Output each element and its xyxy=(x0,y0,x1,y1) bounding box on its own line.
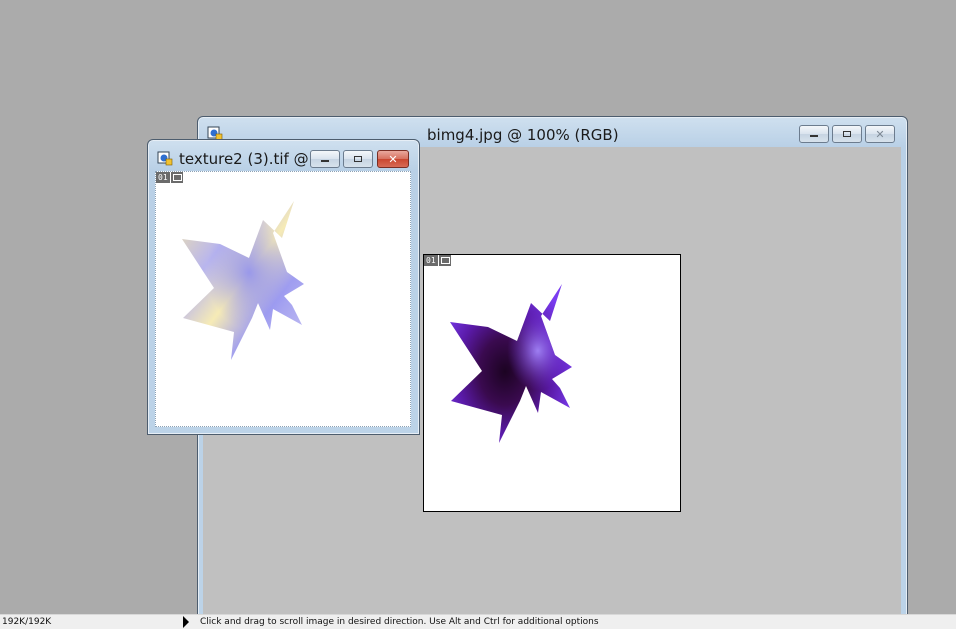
texture-window[interactable]: texture2 (3).tif @ ... ✕ 01 xyxy=(147,139,420,435)
minimize-button[interactable] xyxy=(799,125,829,143)
bimg4-title: bimg4.jpg @ 100% (RGB) xyxy=(427,126,619,144)
texture-titlebar[interactable]: texture2 (3).tif @ ... ✕ xyxy=(148,140,419,170)
app-icon xyxy=(157,150,173,166)
minimize-icon xyxy=(810,135,818,137)
status-hint: Click and drag to scroll image in desire… xyxy=(200,617,599,627)
restore-icon xyxy=(354,156,362,162)
close-icon: ✕ xyxy=(388,152,398,166)
minimize-icon xyxy=(321,160,329,162)
close-button[interactable]: ✕ xyxy=(377,150,409,168)
purple-star-shape xyxy=(450,284,572,443)
status-arrow-icon[interactable] xyxy=(183,616,189,628)
close-icon: ✕ xyxy=(875,127,885,141)
close-button[interactable]: ✕ xyxy=(865,125,895,143)
bimg4-document[interactable]: 01 xyxy=(423,254,681,512)
statusbar: 192K/192K Click and drag to scroll image… xyxy=(0,614,956,629)
memory-indicator: 192K/192K xyxy=(2,617,52,627)
texture-document[interactable]: 01 xyxy=(155,171,411,427)
restore-icon xyxy=(843,131,851,137)
texture-title: texture2 (3).tif @ ... xyxy=(179,150,328,168)
restore-button[interactable] xyxy=(343,150,373,168)
workspace: bimg4.jpg @ 100% (RGB) ✕ 01 texture2 (3)… xyxy=(0,0,956,616)
minimize-button[interactable] xyxy=(310,150,340,168)
restore-button[interactable] xyxy=(832,125,862,143)
texture-star-shape xyxy=(182,201,304,360)
